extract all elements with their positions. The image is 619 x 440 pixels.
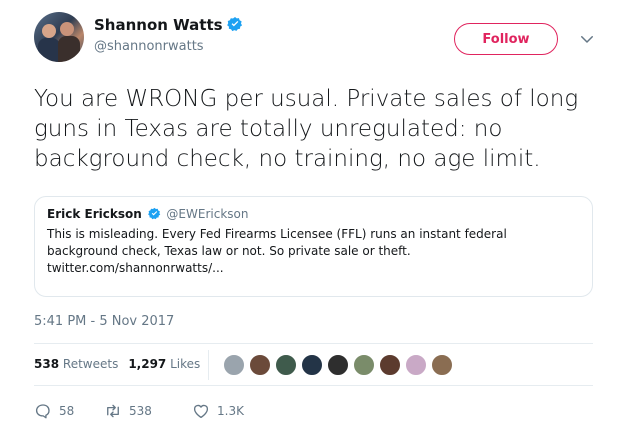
retweet-count: 538 (129, 404, 152, 418)
divider (34, 343, 593, 344)
retweet-button[interactable]: 538 (104, 400, 152, 422)
tweet-stats: 538 Retweets 1,297 Likes (34, 357, 200, 371)
tweet-timestamp[interactable]: 5:41 PM - 5 Nov 2017 (34, 314, 174, 329)
liker-avatar[interactable] (222, 353, 246, 377)
author-name-row[interactable]: Shannon Watts (94, 16, 243, 34)
retweets-stat[interactable]: 538 Retweets (34, 357, 118, 371)
liker-avatar[interactable] (248, 353, 272, 377)
likes-count: 1,297 (128, 357, 167, 371)
liker-avatar[interactable] (430, 353, 454, 377)
avatar-body (38, 38, 60, 62)
quoted-tweet-link[interactable]: twitter.com/shannonrwatts/... (47, 260, 580, 277)
verified-badge-icon (226, 17, 242, 32)
liker-avatar[interactable] (326, 353, 350, 377)
follow-button[interactable]: Follow (454, 23, 558, 55)
chevron-down-icon[interactable] (578, 30, 596, 48)
reply-icon (35, 404, 50, 419)
quoted-tweet-line: background check, Texas law or not. So p… (47, 244, 411, 258)
quoted-author-name: Erick Erickson (47, 207, 142, 221)
reply-count: 58 (59, 404, 75, 418)
retweets-count: 538 (34, 357, 60, 371)
quoted-tweet[interactable]: Erick Erickson @EWErickson This is misle… (34, 196, 593, 297)
verified-badge-icon (147, 207, 160, 220)
author-name[interactable]: Shannon Watts (94, 16, 223, 34)
liker-avatar[interactable] (378, 353, 402, 377)
avatar-face (42, 24, 56, 38)
liker-avatar[interactable] (404, 353, 428, 377)
author-handle[interactable]: @shannonrwatts (94, 39, 204, 54)
tweet-text: You are WRONG per usual. Private sales o… (34, 86, 579, 172)
author-avatar[interactable] (34, 12, 84, 62)
quoted-tweet-header: Erick Erickson @EWErickson (47, 207, 580, 221)
like-button[interactable]: 1.3K (192, 400, 244, 422)
liker-avatar[interactable] (300, 353, 324, 377)
heart-icon (193, 404, 209, 419)
liker-avatar[interactable] (352, 353, 376, 377)
quoted-tweet-line: This is misleading. Every Fed Firearms L… (47, 227, 507, 241)
retweets-label: Retweets (62, 357, 119, 371)
avatar-face (60, 22, 74, 36)
likes-label: Likes (170, 357, 201, 371)
like-count: 1.3K (217, 404, 244, 418)
divider (34, 385, 593, 386)
stats-separator (208, 350, 209, 380)
avatar-body (58, 36, 80, 62)
liker-avatar[interactable] (274, 353, 298, 377)
reply-button[interactable]: 58 (34, 400, 74, 422)
quoted-author-handle: @EWErickson (166, 207, 249, 221)
tweet-header: Shannon Watts @shannonrwatts Follow (34, 12, 604, 68)
retweet-icon (107, 404, 119, 418)
quoted-tweet-text: This is misleading. Every Fed Firearms L… (47, 226, 580, 277)
likes-stat[interactable]: 1,297 Likes (128, 357, 200, 371)
